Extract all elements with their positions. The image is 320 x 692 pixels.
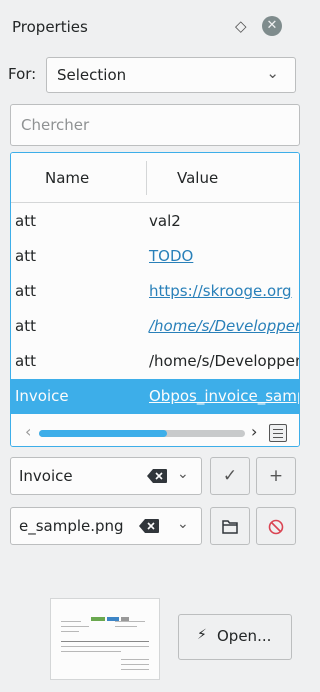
clear-text-icon[interactable] <box>147 469 167 483</box>
horizontal-scrollbar[interactable]: ‹ › <box>11 420 299 446</box>
table-header: Name Value <box>11 153 299 203</box>
column-divider[interactable] <box>146 161 147 195</box>
table-row[interactable]: att TODO <box>11 239 299 274</box>
chevron-down-icon: ⌄ <box>266 64 279 82</box>
scrollbar-track[interactable] <box>39 430 245 437</box>
attribute-name-value: Invoice <box>19 467 73 485</box>
search-input[interactable]: Chercher <box>10 104 300 146</box>
cancel-icon <box>268 519 284 535</box>
for-select[interactable]: Selection ⌄ <box>46 57 296 93</box>
row-value-link[interactable]: /home/s/Developpement/ <box>149 317 299 335</box>
scroll-left-icon[interactable]: ‹ <box>25 422 31 441</box>
attribute-value-text: e_sample.png <box>19 517 124 535</box>
table-row[interactable]: att val2 <box>11 204 299 239</box>
open-file-button[interactable]: ⚡ Open... <box>178 614 292 660</box>
column-header-name[interactable]: Name <box>45 169 89 187</box>
panel-titlebar: Properties ◇ ✕ <box>0 14 292 44</box>
table-row[interactable]: att https://skrooge.org <box>11 274 299 309</box>
chevron-down-icon[interactable]: ⌄ <box>177 466 189 482</box>
row-value: /home/s/Developpement/ <box>149 352 299 370</box>
properties-table: Name Value att val2 att TODO att https:/… <box>10 152 300 447</box>
row-name: att <box>15 282 36 300</box>
table-row[interactable]: att /home/s/Developpement/ <box>11 309 299 344</box>
select-file-button[interactable] <box>210 507 250 545</box>
row-value: val2 <box>149 212 181 230</box>
row-value-link[interactable]: TODO <box>149 247 193 265</box>
for-select-value: Selection <box>57 66 127 84</box>
apply-button[interactable]: ✓ <box>210 457 250 495</box>
row-value-link[interactable]: Obpos_invoice_sample.png <box>149 387 299 405</box>
columns-menu-icon[interactable] <box>269 424 287 442</box>
close-icon[interactable]: ✕ <box>262 16 282 36</box>
remove-property-button[interactable] <box>256 507 296 545</box>
scrollbar-thumb[interactable] <box>39 430 167 437</box>
for-row: For: Selection ⌄ <box>0 55 296 93</box>
row-value-link[interactable]: https://skrooge.org <box>149 282 292 300</box>
lightning-icon: ⚡ <box>197 627 207 643</box>
search-placeholder: Chercher <box>21 116 90 134</box>
table-row[interactable]: att /home/s/Developpement/ <box>11 344 299 379</box>
add-property-button[interactable]: + <box>256 457 296 495</box>
for-label: For: <box>8 65 37 83</box>
invoice-preview-image <box>50 598 160 680</box>
column-header-value[interactable]: Value <box>177 169 218 187</box>
row-name: att <box>15 247 36 265</box>
preview-logo <box>91 607 131 621</box>
row-name: Invoice <box>15 387 69 405</box>
diamond-icon[interactable]: ◇ <box>235 17 247 35</box>
row-name: att <box>15 352 36 370</box>
attribute-name-combo[interactable]: Invoice ⌄ <box>10 457 202 495</box>
folder-icon <box>222 520 238 534</box>
scroll-right-icon[interactable]: › <box>251 422 257 441</box>
open-button-label: Open... <box>217 627 272 645</box>
table-row-selected[interactable]: Invoice Obpos_invoice_sample.png <box>11 379 299 414</box>
attribute-value-combo[interactable]: e_sample.png ⌄ <box>10 507 202 545</box>
panel-title: Properties <box>12 18 88 36</box>
row-name: att <box>15 212 36 230</box>
row-name: att <box>15 317 36 335</box>
clear-text-icon[interactable] <box>139 519 159 533</box>
chevron-down-icon[interactable]: ⌄ <box>177 516 189 532</box>
